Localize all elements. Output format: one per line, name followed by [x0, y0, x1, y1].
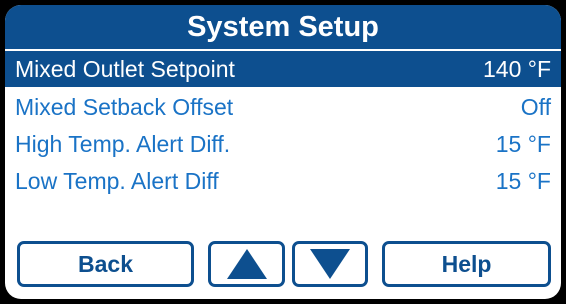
setting-row-mixed-outlet-setpoint[interactable]: Mixed Outlet Setpoint 140 °F — [5, 51, 561, 87]
down-arrow-icon — [308, 247, 352, 281]
setting-label: Mixed Setback Offset — [15, 94, 234, 120]
page-title: System Setup — [5, 5, 561, 49]
setting-value: Off — [520, 94, 551, 120]
help-button[interactable]: Help — [382, 241, 551, 287]
back-button-label: Back — [78, 250, 133, 277]
back-button[interactable]: Back — [17, 241, 194, 287]
setting-label: Mixed Outlet Setpoint — [15, 56, 235, 82]
touch-screen: System Setup Mixed Outlet Setpoint 140 °… — [5, 5, 561, 299]
setting-value: 15 °F — [495, 168, 551, 194]
up-arrow-button[interactable] — [208, 241, 285, 287]
setting-row-low-temp-alert-diff[interactable]: Low Temp. Alert Diff 15 °F — [5, 163, 561, 199]
down-arrow-button[interactable] — [292, 241, 368, 287]
help-button-label: Help — [441, 250, 492, 277]
setting-value: 140 °F — [482, 56, 551, 82]
setting-row-mixed-setback-offset[interactable]: Mixed Setback Offset Off — [5, 89, 561, 125]
setting-label: High Temp. Alert Diff. — [15, 131, 231, 157]
setting-value: 15 °F — [495, 131, 551, 157]
setting-label: Low Temp. Alert Diff — [15, 168, 219, 194]
setting-row-high-temp-alert-diff[interactable]: High Temp. Alert Diff. 15 °F — [5, 126, 561, 162]
up-arrow-icon — [225, 247, 269, 281]
